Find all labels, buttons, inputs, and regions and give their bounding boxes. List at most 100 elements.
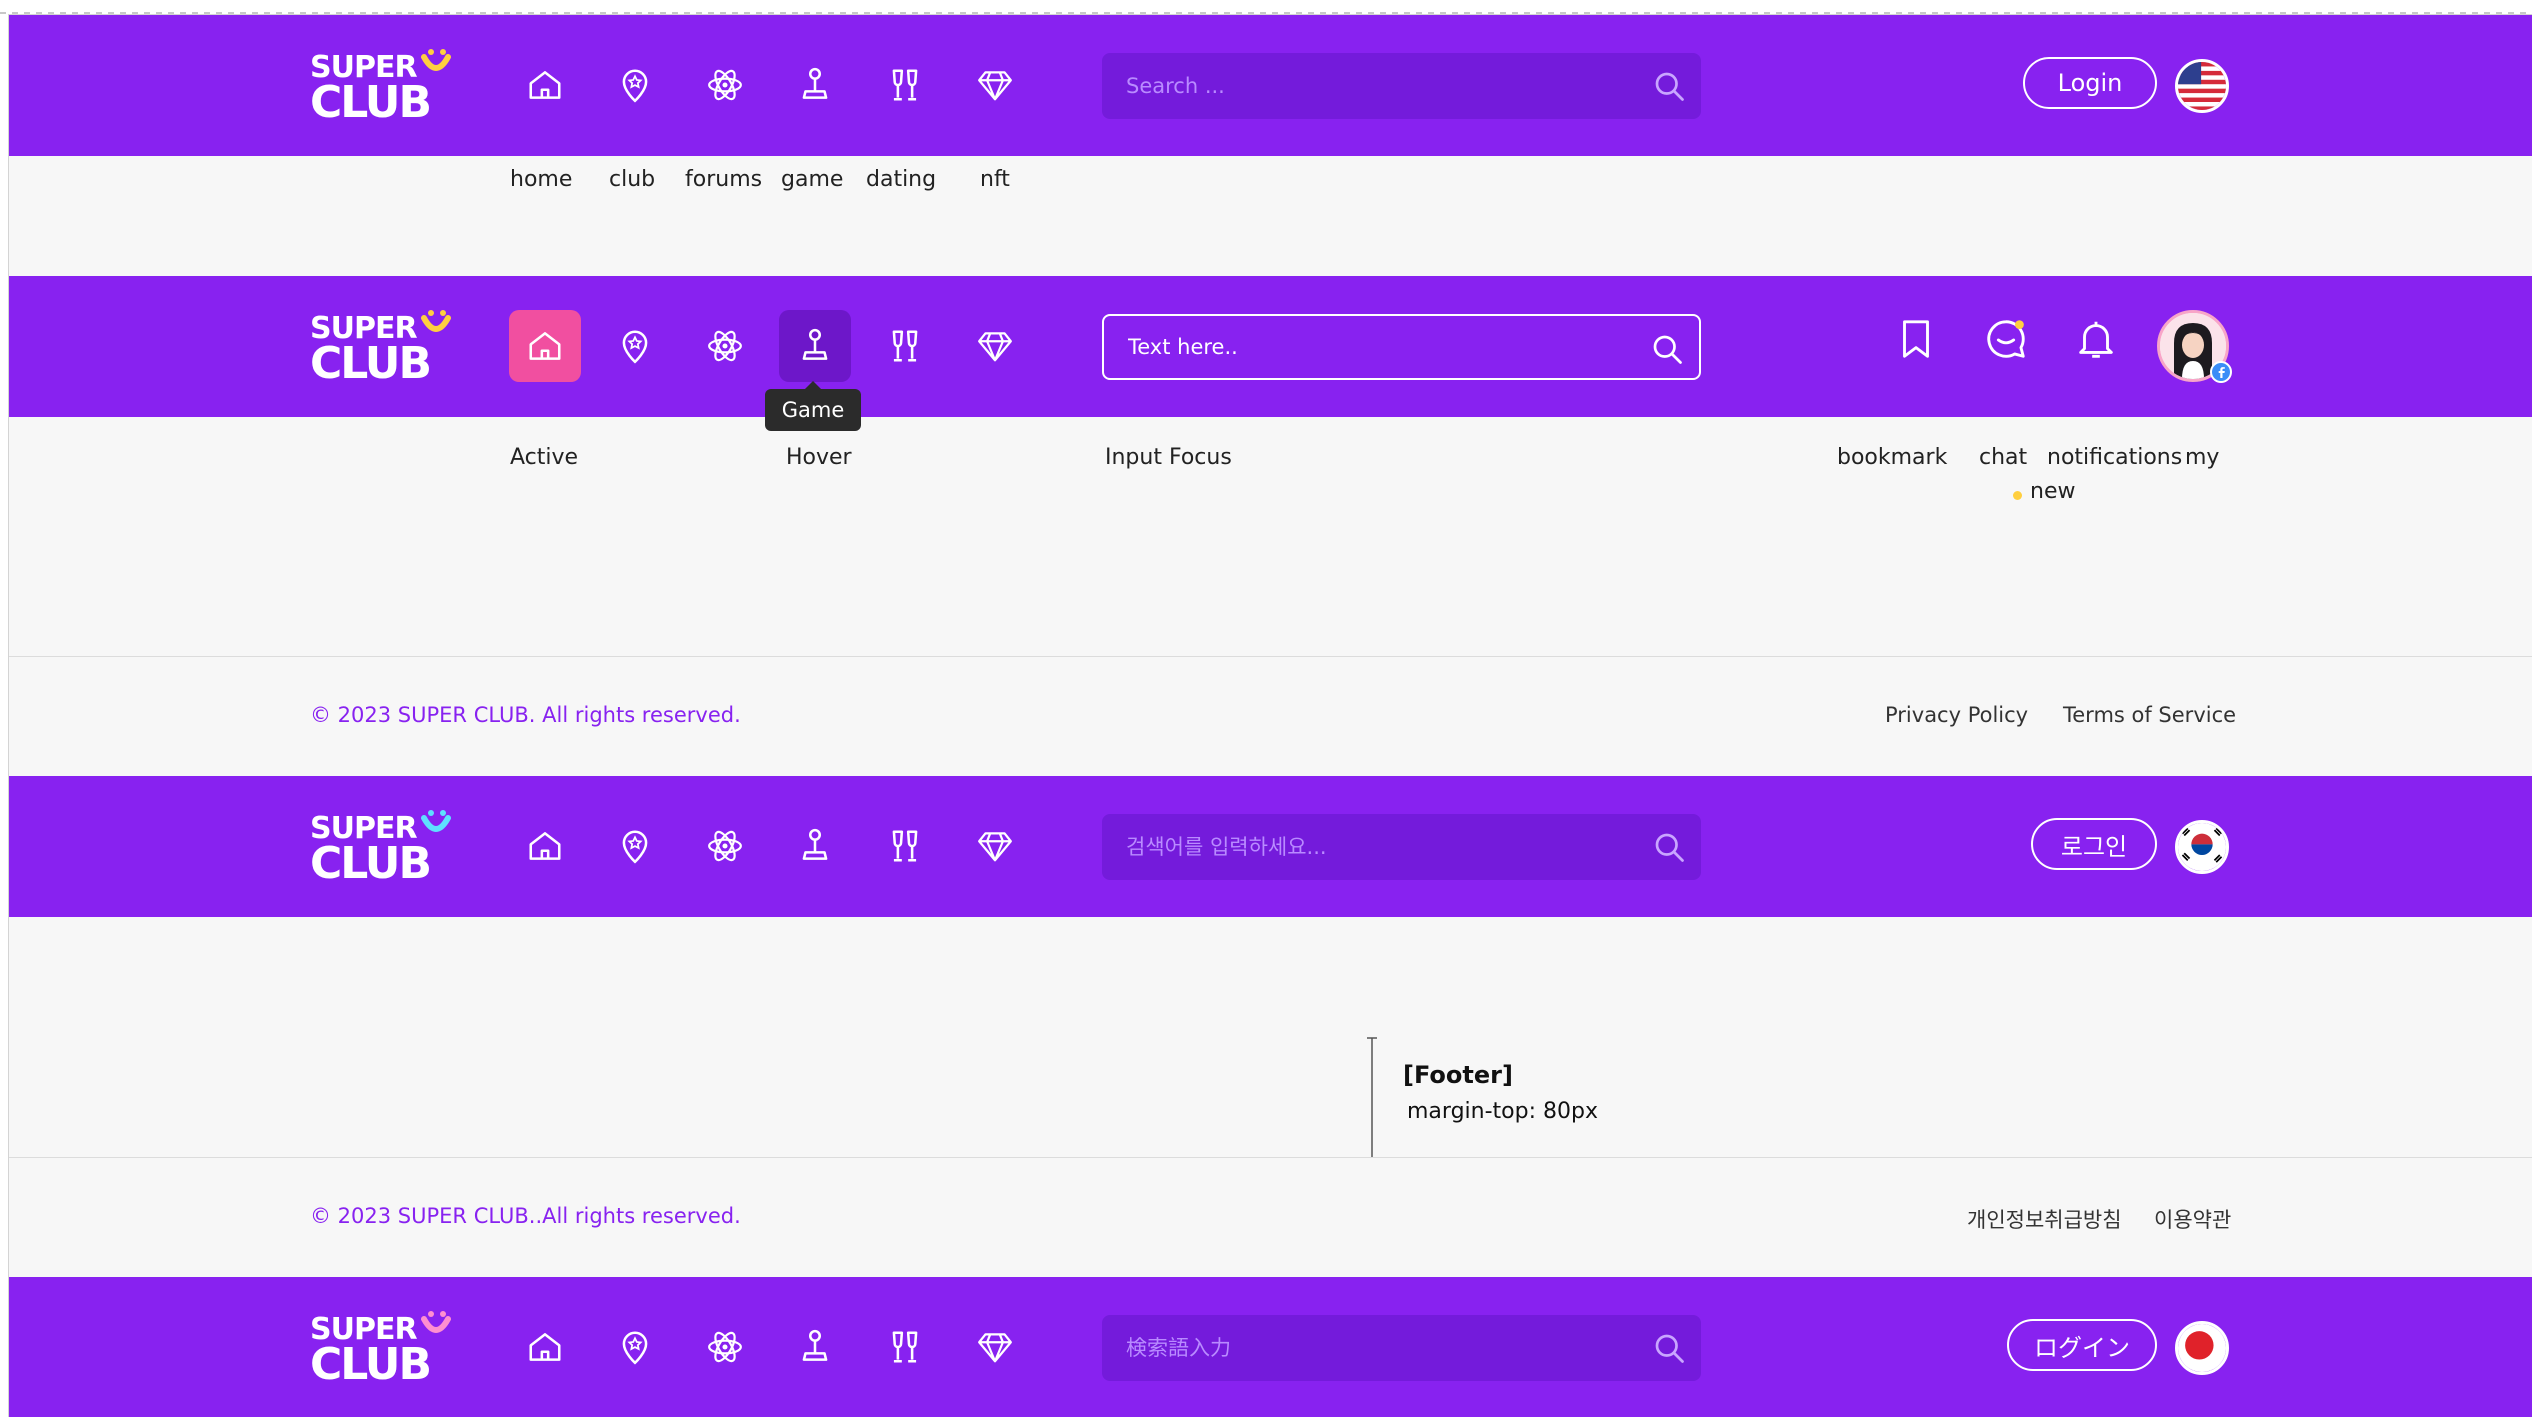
nav-label-nft: nft: [980, 167, 1010, 192]
top-dashed-guide: [0, 12, 2532, 14]
nav-club-button[interactable]: [599, 310, 671, 382]
super-club-logo[interactable]: SUPER CLUB: [310, 47, 470, 131]
japan-flag-icon[interactable]: [2175, 1321, 2229, 1375]
header-logged-in: SUPER CLUB: [9, 276, 2532, 417]
login-button[interactable]: 로그인: [2031, 818, 2157, 870]
nav-forums-button[interactable]: [689, 1311, 761, 1383]
nav-nft-button[interactable]: [959, 49, 1031, 121]
footer-en: © 2023 SUPER CLUB. All rights reserved. …: [9, 656, 2532, 775]
chat-button[interactable]: [1979, 312, 2033, 366]
design-canvas: SUPER CLUB Login home club forums game d…: [8, 14, 2532, 1417]
search-icon[interactable]: [1649, 331, 1685, 367]
nav-dating-button[interactable]: [869, 810, 941, 882]
bell-icon: [2079, 321, 2113, 358]
label-input-focus: Input Focus: [1105, 445, 1232, 470]
smile-icon: [421, 1311, 451, 1333]
terms-of-service-link[interactable]: Terms of Service: [2063, 703, 2236, 727]
search-input[interactable]: [1126, 814, 1626, 880]
dating-glasses-icon: [892, 1331, 918, 1363]
login-button[interactable]: ログイン: [2007, 1319, 2157, 1371]
header-ja: SUPER CLUB ログイン: [9, 1277, 2532, 1417]
nav-nft-button[interactable]: [959, 810, 1031, 882]
dating-glasses-icon: [892, 330, 918, 362]
club-pin-icon: [622, 830, 648, 864]
label-chat: chat: [1979, 445, 2028, 470]
nav-forums-button[interactable]: [689, 49, 761, 121]
game-joystick-icon: [802, 828, 828, 860]
nav-dating-button[interactable]: [869, 1311, 941, 1383]
annotation-title: [Footer]: [1403, 1061, 1513, 1089]
dating-glasses-icon: [892, 69, 918, 101]
nav-home-button[interactable]: [509, 1311, 581, 1383]
us-flag-icon[interactable]: [2175, 59, 2229, 113]
korea-flag-icon[interactable]: [2175, 820, 2229, 874]
club-pin-icon: [622, 69, 648, 103]
header-default-en: SUPER CLUB Login: [9, 15, 2532, 156]
chat-icon: [1987, 320, 2025, 358]
search-box-focused[interactable]: [1102, 314, 1701, 380]
search-box[interactable]: [1102, 53, 1701, 119]
facebook-badge-icon: [2210, 361, 2232, 383]
home-icon: [529, 332, 561, 360]
margin-measure-line: [1367, 1037, 1377, 1159]
new-dot-icon: [2013, 491, 2022, 500]
nav-game-button[interactable]: [779, 310, 851, 382]
nav-nft-button[interactable]: [959, 1311, 1031, 1383]
notifications-button[interactable]: [2069, 312, 2123, 366]
nav-home-button[interactable]: [509, 49, 581, 121]
game-joystick-icon: [802, 328, 828, 360]
search-icon[interactable]: [1651, 829, 1687, 865]
search-input[interactable]: [1126, 1315, 1626, 1381]
logo-word-club: CLUB: [310, 77, 432, 128]
super-club-logo[interactable]: SUPER CLUB: [310, 308, 470, 392]
privacy-policy-link[interactable]: 개인정보취급방침: [1967, 1204, 2122, 1234]
footer-ko: © 2023 SUPER CLUB..All rights reserved. …: [9, 1157, 2532, 1276]
logo-word-club: CLUB: [310, 338, 432, 389]
club-pin-icon: [622, 1331, 648, 1365]
nav-dating-button[interactable]: [869, 310, 941, 382]
nav-label-game: game: [781, 167, 844, 192]
nav-nft-button[interactable]: [959, 310, 1031, 382]
bookmark-icon: [1903, 320, 1929, 358]
nav-club-button[interactable]: [599, 49, 671, 121]
label-my: my: [2185, 445, 2220, 470]
game-joystick-icon: [802, 1329, 828, 1361]
nft-diamond-icon: [978, 1333, 1012, 1363]
nav-club-button[interactable]: [599, 1311, 671, 1383]
header-ko: SUPER CLUB 로그인: [9, 776, 2532, 917]
login-button[interactable]: Login: [2023, 57, 2157, 109]
label-active: Active: [510, 445, 579, 470]
nav-forums-button[interactable]: [689, 310, 761, 382]
nav-dating-button[interactable]: [869, 49, 941, 121]
search-input[interactable]: [1128, 316, 1628, 378]
nav-game-button[interactable]: [779, 49, 851, 121]
search-box[interactable]: [1102, 1315, 1701, 1381]
terms-of-service-link[interactable]: 이용약관: [2154, 1204, 2231, 1234]
search-icon[interactable]: [1651, 68, 1687, 104]
search-icon[interactable]: [1651, 1330, 1687, 1366]
super-club-logo[interactable]: SUPER CLUB: [310, 1309, 470, 1393]
avatar[interactable]: [2157, 310, 2232, 383]
privacy-policy-link[interactable]: Privacy Policy: [1885, 703, 2028, 727]
logo-word-club: CLUB: [310, 1339, 432, 1390]
nav-label-home: home: [510, 167, 573, 192]
bookmark-button[interactable]: [1889, 312, 1943, 366]
nav-home-button[interactable]: [509, 810, 581, 882]
super-club-logo[interactable]: SUPER CLUB: [310, 808, 470, 892]
smile-icon: [421, 49, 451, 71]
club-pin-icon: [622, 330, 648, 364]
home-icon: [529, 832, 561, 860]
label-bookmark: bookmark: [1837, 445, 1948, 470]
nav-label-forums: forums: [685, 167, 763, 192]
nav-game-button[interactable]: [779, 1311, 851, 1383]
forums-atom-icon: [708, 830, 742, 862]
nav-forums-button[interactable]: [689, 810, 761, 882]
search-input[interactable]: [1126, 53, 1626, 119]
search-box[interactable]: [1102, 814, 1701, 880]
nav-club-button[interactable]: [599, 810, 671, 882]
nav-home-button[interactable]: [509, 310, 581, 382]
nav-game-button[interactable]: [779, 810, 851, 882]
annotation-note: margin-top: 80px: [1407, 1099, 1598, 1124]
nav-label-dating: dating: [866, 167, 937, 192]
nft-diamond-icon: [978, 332, 1012, 362]
